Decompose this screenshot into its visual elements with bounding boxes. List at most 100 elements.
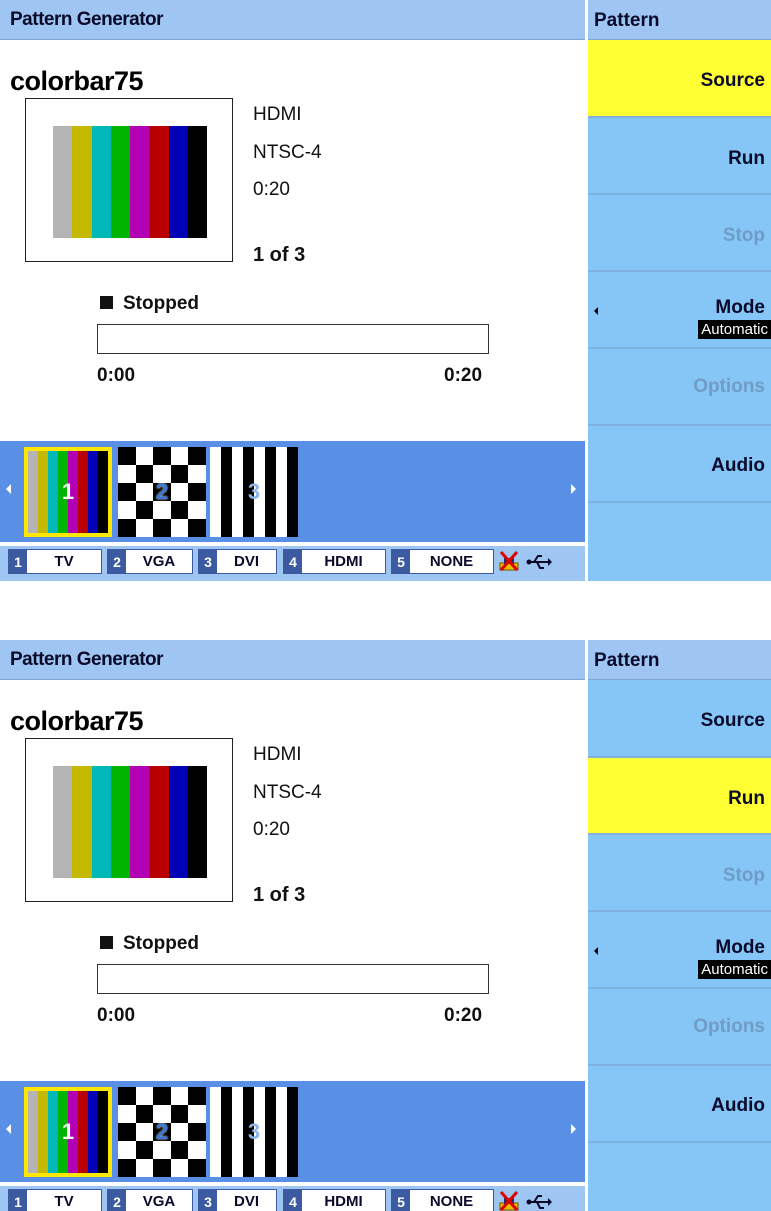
usb-icon (526, 1195, 552, 1209)
checker-cell (118, 1159, 136, 1177)
color-bar-1 (53, 766, 73, 878)
softkey-header-title: Pattern (594, 650, 660, 671)
thumbnail-stripes[interactable]: 3 (210, 1087, 298, 1177)
softkey-stop[interactable]: Stop (588, 195, 771, 272)
softkey-label: Audio (711, 1095, 765, 1116)
scroll-left-arrow-icon[interactable] (6, 484, 11, 494)
input-number: 4 (284, 1190, 302, 1211)
input-tab-tv[interactable]: 1 TV (8, 549, 102, 574)
thumbnail-checkerboard[interactable]: 2 (118, 447, 206, 537)
color-bar-2 (72, 126, 92, 238)
pattern-index: 1 of 3 (253, 244, 306, 266)
color-bar-4 (110, 126, 130, 238)
softkey-empty[interactable] (588, 1143, 771, 1211)
scroll-right-arrow-icon[interactable] (571, 1124, 576, 1134)
pattern-preview (25, 98, 233, 262)
thumbnail-stripes[interactable]: 3 (210, 447, 298, 537)
playback-status: Stopped (100, 293, 199, 315)
input-tab-hdmi[interactable]: 4 HDMI (283, 549, 386, 574)
input-number: 5 (392, 1190, 410, 1211)
checker-cell (188, 519, 206, 537)
softkey-options[interactable]: Options (588, 349, 771, 426)
color-bar-5 (130, 126, 150, 238)
softkey-label: Audio (711, 455, 765, 476)
softkey-run[interactable]: Run (588, 118, 771, 195)
network-disconnected-icon (499, 551, 519, 571)
thumbnail-number: 3 (247, 479, 261, 504)
checker-cell (153, 519, 171, 537)
scroll-left-arrow-icon[interactable] (6, 1124, 11, 1134)
input-label: HDMI (324, 1193, 363, 1210)
scroll-right-arrow-icon[interactable] (571, 484, 576, 494)
input-tab-vga[interactable]: 2 VGA (107, 1189, 193, 1211)
status-label: Stopped (123, 933, 199, 954)
pattern-preview (25, 738, 233, 902)
info-source: HDMI (253, 744, 302, 765)
input-label: HDMI (324, 553, 363, 570)
checker-cell (188, 447, 206, 465)
input-number: 5 (392, 550, 410, 573)
network-disconnected-icon (499, 1191, 519, 1211)
input-label: NONE (429, 1193, 474, 1210)
color-bar-8 (187, 126, 207, 238)
softkey-header: Pattern (588, 640, 771, 680)
softkey-label: Run (728, 788, 765, 809)
thumbnail-number: 2 (155, 1119, 169, 1144)
softkey-label: Source (700, 70, 765, 91)
softkey-label: Source (700, 710, 765, 731)
colorbar-preview (53, 766, 207, 878)
main-panel: Pattern Generator colorbar75 HDMI NTSC-4… (0, 640, 585, 1211)
softkey-stop[interactable]: Stop (588, 835, 771, 912)
info-duration: 0:20 (253, 819, 290, 840)
input-tab-none[interactable]: 5 NONE (391, 1189, 494, 1211)
window-title: Pattern Generator (10, 9, 164, 30)
color-bar-1 (53, 126, 73, 238)
title-bar: Pattern Generator (0, 640, 585, 680)
stop-icon (100, 936, 113, 949)
colorbar-preview (53, 126, 207, 238)
playback-status: Stopped (100, 933, 199, 955)
input-number: 2 (108, 1190, 126, 1211)
softkey-options[interactable]: Options (588, 989, 771, 1066)
thumbnail-colorbar[interactable]: 1 (24, 1087, 112, 1177)
time-end: 0:20 (444, 1005, 483, 1026)
thumbnail-checkerboard[interactable]: 2 (118, 1087, 206, 1177)
color-bar-6 (149, 126, 169, 238)
progress-bar (97, 324, 489, 354)
softkey-empty[interactable] (588, 503, 771, 581)
input-tab-dvi[interactable]: 3 DVI (198, 1189, 277, 1211)
softkey-label: Options (693, 1016, 765, 1037)
stop-icon (100, 296, 113, 309)
softkey-source[interactable]: Source (588, 680, 771, 758)
softkey-audio[interactable]: Audio (588, 426, 771, 503)
input-tab-dvi[interactable]: 3 DVI (198, 549, 277, 574)
softkey-mode[interactable]: Mode Automatic (588, 272, 771, 349)
checker-cell (135, 447, 154, 465)
checker-cell (188, 1087, 206, 1105)
softkey-label: Mode (715, 297, 765, 318)
softkey-run[interactable]: Run (588, 758, 771, 835)
color-bar-4 (110, 766, 130, 878)
input-tab-none[interactable]: 5 NONE (391, 549, 494, 574)
color-bar-7 (168, 766, 188, 878)
softkey-label: Stop (722, 865, 765, 886)
softkey-label: Options (693, 376, 765, 397)
color-bar-8 (187, 766, 207, 878)
thumbnail-strip: 1 2 3 (0, 441, 585, 542)
checker-cell (153, 447, 171, 465)
softkey-source[interactable]: Source (588, 40, 771, 118)
input-tab-tv[interactable]: 1 TV (8, 1189, 102, 1211)
thumbnail-colorbar[interactable]: 1 (24, 447, 112, 537)
checker-cell (170, 447, 189, 465)
softkey-audio[interactable]: Audio (588, 1066, 771, 1143)
input-tab-vga[interactable]: 2 VGA (107, 549, 193, 574)
softkey-mode[interactable]: Mode Automatic (588, 912, 771, 989)
input-label: VGA (142, 553, 176, 570)
pattern-name: colorbar75 (10, 706, 144, 736)
input-tab-hdmi[interactable]: 4 HDMI (283, 1189, 386, 1211)
checker-cell (118, 1087, 136, 1105)
softkey-label: Stop (722, 225, 765, 246)
time-end: 0:20 (444, 365, 483, 386)
title-bar: Pattern Generator (0, 0, 585, 40)
input-label: DVI (233, 553, 259, 570)
